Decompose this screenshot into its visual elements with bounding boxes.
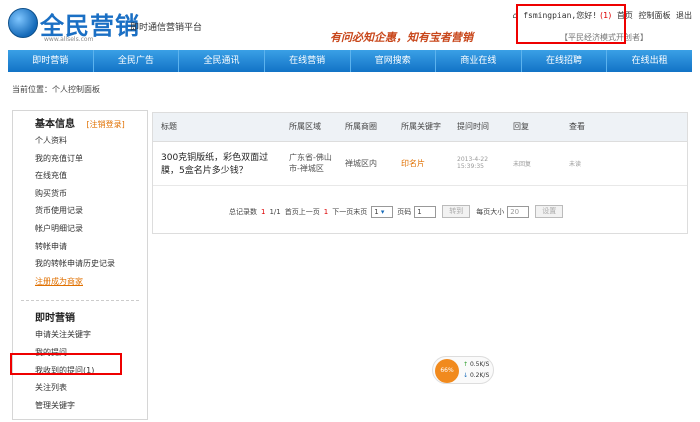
- next-page-link[interactable]: 下一页: [332, 207, 353, 217]
- page-label: 页码: [397, 207, 412, 216]
- register-merchant-link[interactable]: 注册成为商家: [13, 273, 147, 291]
- table-row[interactable]: 300克铜版纸，彩色双面过膜，5盒名片多少钱？ 广东省-佛山市-禅城区 禅城区内…: [153, 141, 687, 186]
- nav-item[interactable]: 在线出租: [607, 50, 692, 72]
- size-label: 每页大小: [476, 207, 505, 216]
- exit-link[interactable]: 退出: [676, 11, 692, 20]
- arrow-down-icon: ↓: [463, 372, 469, 379]
- nav-item[interactable]: 在线招聘: [522, 50, 608, 72]
- nav-item[interactable]: 在线营销: [265, 50, 351, 72]
- col-reply: 回复: [505, 113, 561, 142]
- page-input[interactable]: 1: [414, 205, 437, 218]
- chevron-down-icon: ▾: [380, 207, 385, 216]
- download-speed: ↓ 0.2K/S: [463, 372, 489, 379]
- row-reply: 未回复: [505, 141, 561, 186]
- row-region: 广东省-佛山市-禅城区: [281, 141, 337, 186]
- col-region: 所属区域: [281, 113, 337, 142]
- set-button[interactable]: 设置: [535, 205, 564, 218]
- download-value: 0.2K/S: [469, 372, 490, 379]
- nav-item[interactable]: 商业在线: [436, 50, 522, 72]
- logout-link[interactable]: [注销登录]: [86, 120, 124, 129]
- nav-item[interactable]: 官网搜索: [351, 50, 437, 72]
- col-keyword: 所属关键字: [393, 113, 449, 142]
- divider: [21, 300, 139, 302]
- questions-panel: 标题 所属区域 所属商圈 所属关键字 提问时间 回复 查看 300克铜版纸，彩色…: [152, 112, 688, 234]
- sidebar-item[interactable]: 在线充值: [13, 167, 147, 185]
- go-button[interactable]: 转到: [442, 205, 471, 218]
- highlight-box-user: [516, 4, 626, 44]
- last-page-link[interactable]: 末页: [353, 207, 367, 217]
- row-time: 2013-4-22 15:39:35: [449, 141, 505, 186]
- sidebar-item[interactable]: 申请关注关键字: [13, 326, 147, 344]
- sidebar-item[interactable]: 购买货币: [13, 185, 147, 203]
- nav-item[interactable]: 全民通讯: [179, 50, 265, 72]
- col-time: 提问时间: [449, 113, 505, 142]
- globe-icon: [8, 8, 38, 38]
- sidebar-section-basic: 基本信息 [注销登录]: [13, 111, 147, 132]
- sidebar-item[interactable]: 我的充值订单: [13, 150, 147, 168]
- row-circle: 禅城区内: [337, 141, 393, 186]
- total-label: 总记录数: [229, 207, 257, 216]
- row-title[interactable]: 300克铜版纸，彩色双面过膜，5盒名片多少钱？: [153, 141, 281, 186]
- sidebar-item[interactable]: 货币使用记录: [13, 202, 147, 220]
- nav-item[interactable]: 即时营销: [8, 50, 94, 72]
- sidebar-item[interactable]: 转帐申请: [13, 238, 147, 256]
- col-view: 查看: [561, 113, 687, 142]
- page-select-value: 1: [374, 207, 379, 216]
- sidebar-item[interactable]: 关注列表: [13, 379, 147, 397]
- sidebar-item[interactable]: 帐户明细记录: [13, 220, 147, 238]
- breadcrumb: 当前位置：个人控制面板: [12, 85, 100, 94]
- arrow-up-icon: ↑: [463, 361, 469, 368]
- col-title: 标题: [153, 113, 281, 142]
- questions-table: 标题 所属区域 所属商圈 所属关键字 提问时间 回复 查看 300克铜版纸，彩色…: [153, 113, 687, 186]
- section-title: 基本信息: [35, 119, 75, 130]
- page-info: 1/1: [269, 207, 281, 216]
- first-page-link[interactable]: 首页: [285, 207, 299, 217]
- sidebar-item[interactable]: 个人资料: [13, 132, 147, 150]
- motto: 有问必知企惠，知有宝者营销: [330, 31, 473, 44]
- size-input[interactable]: 20: [507, 205, 530, 218]
- main-nav: 即时营销 全民广告 全民通讯 在线营销 官网搜索 商业在线 在线招聘 在线出租: [8, 50, 692, 72]
- upload-value: 0.5K/S: [469, 361, 490, 368]
- network-speed-widget[interactable]: 66% ↑ 0.5K/S ↓ 0.2K/S: [432, 356, 494, 384]
- logo-slogan: 即时通信营销平台: [130, 23, 203, 33]
- pagination: 总记录数 1 1/1 首页 上一页 1 下一页 末页 1 ▾ 页码 1 转到 每…: [229, 205, 564, 218]
- speed-percent: 66%: [435, 359, 459, 383]
- prev-page-link[interactable]: 上一页: [299, 207, 320, 217]
- logo-url: www.allsels.com: [44, 36, 94, 43]
- row-view: 未读: [561, 141, 687, 186]
- nav-item[interactable]: 全民广告: [94, 50, 180, 72]
- sidebar-item[interactable]: 管理关键字: [13, 397, 147, 415]
- sidebar-item[interactable]: 我的转帐申请历史记录: [13, 255, 147, 273]
- upload-speed: ↑ 0.5K/S: [463, 361, 489, 368]
- total-count: 1: [261, 207, 266, 216]
- site-logo[interactable]: 全民营销 即时通信营销平台 www.allsels.com: [8, 6, 208, 43]
- current-page: 1: [323, 207, 329, 216]
- control-panel-link[interactable]: 控制面板: [638, 11, 670, 20]
- sidebar-section-marketing: 即时营销: [35, 313, 75, 325]
- highlight-box-received: [10, 353, 122, 375]
- col-circle: 所属商圈: [337, 113, 393, 142]
- row-keyword[interactable]: 印名片: [393, 141, 449, 186]
- page-select[interactable]: 1 ▾: [371, 205, 394, 218]
- table-header-row: 标题 所属区域 所属商圈 所属关键字 提问时间 回复 查看: [153, 113, 687, 142]
